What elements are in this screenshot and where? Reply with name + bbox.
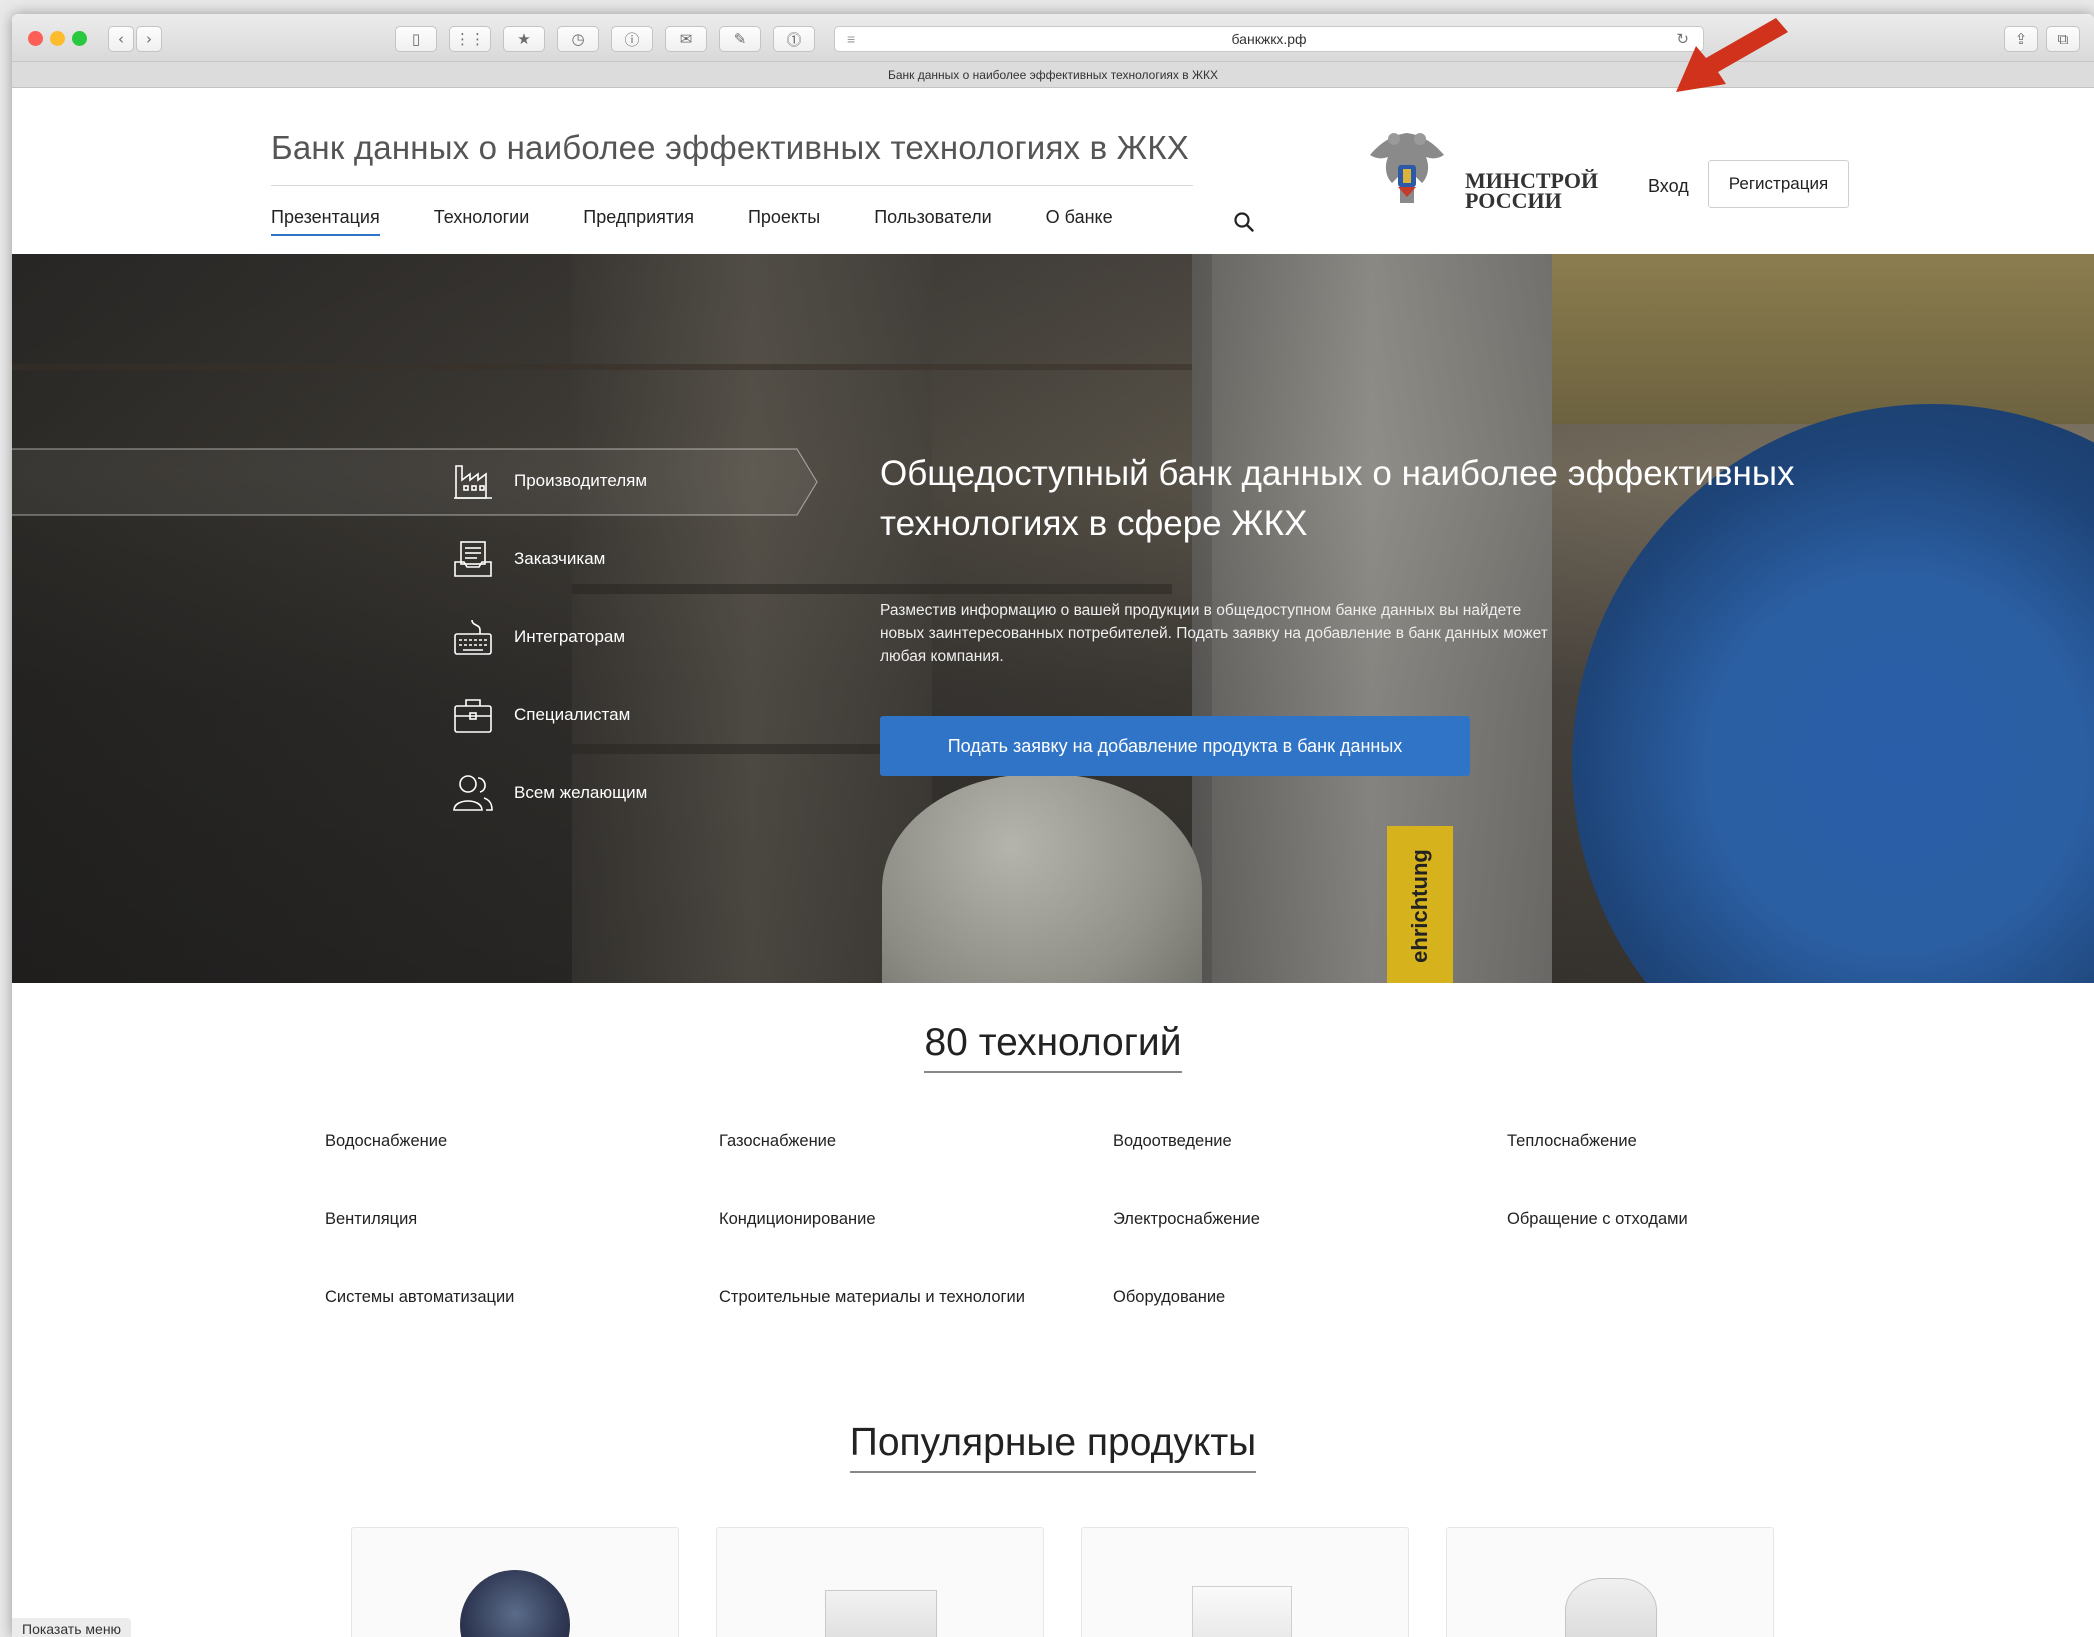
main-nav: Презентация Технологии Предприятия Проек…: [271, 207, 1167, 236]
title-divider: [271, 185, 1193, 186]
red-arrow-annotation-icon: [1676, 18, 1788, 92]
product-image: [1565, 1578, 1657, 1637]
audience-item-integrators[interactable]: Интеграторам: [452, 616, 625, 658]
technologies-heading[interactable]: 80 технологий: [924, 1021, 1182, 1073]
audience-label-customers: Заказчикам: [514, 549, 606, 568]
tech-waste-management[interactable]: Обращение с отходами: [1507, 1210, 1688, 1229]
tab-title[interactable]: Банк данных о наиболее эффективных техно…: [888, 68, 1218, 82]
briefcase-icon: [454, 699, 492, 733]
register-button[interactable]: Регистрация: [1708, 160, 1849, 208]
top-sites-icon[interactable]: ⋮⋮: [449, 26, 491, 52]
russia-emblem-icon: [1370, 133, 1444, 203]
mail-icon[interactable]: ✉: [665, 26, 707, 52]
back-icon[interactable]: ‹: [108, 26, 134, 52]
popular-heading-wrap: Популярные продукты: [12, 1421, 2094, 1473]
search-icon[interactable]: [1233, 211, 1255, 233]
password-manager-icon[interactable]: ⓵: [773, 26, 815, 52]
audience-label-specialists: Специалистам: [514, 705, 631, 724]
zoom-window-button[interactable]: [72, 31, 87, 46]
popular-heading[interactable]: Популярные продукты: [849, 1421, 1257, 1473]
technologies-heading-wrap: 80 технологий: [12, 1021, 2094, 1073]
close-window-button[interactable]: [28, 31, 43, 46]
tech-gas-supply[interactable]: Газоснабжение: [719, 1132, 836, 1151]
hero-section: ehrichtung Производителям Заказчикам Инт…: [12, 254, 2094, 983]
menu-active-outline: [12, 448, 818, 516]
keyboard-icon: [454, 619, 492, 655]
sidebar-icon[interactable]: ▯: [395, 26, 437, 52]
site-title[interactable]: Банк данных о наиболее эффективных техно…: [271, 129, 1189, 167]
users-icon: [453, 775, 493, 811]
yellow-label-text: ehrichtung: [1407, 849, 1432, 963]
tech-automation-systems[interactable]: Системы автоматизации: [325, 1288, 514, 1307]
tech-building-materials[interactable]: Строительные материалы и технологии: [719, 1288, 1025, 1307]
hero-description: Разместив информацию о вашей продукции в…: [880, 602, 1548, 665]
hero-bg-wood: [1552, 254, 2094, 424]
audience-label-integrators: Интеграторам: [514, 627, 626, 646]
product-card[interactable]: [351, 1527, 679, 1637]
bookmark-star-icon[interactable]: ★: [503, 26, 545, 52]
nav-item-projects[interactable]: Проекты: [748, 207, 820, 236]
hero-title: Общедоступный банк данных о наиболее эфф…: [880, 454, 1795, 543]
nav-item-about[interactable]: О банке: [1046, 207, 1113, 236]
audience-label-manufacturers: Производителям: [514, 471, 648, 490]
tech-power-supply[interactable]: Электроснабжение: [1113, 1210, 1260, 1229]
login-link[interactable]: Вход: [1648, 176, 1689, 197]
audience-item-manufacturers[interactable]: Производителям: [452, 460, 647, 502]
product-image: [460, 1570, 570, 1637]
nav-item-technologies[interactable]: Технологии: [434, 207, 530, 236]
document-tray-icon: [454, 541, 492, 577]
tech-equipment[interactable]: Оборудование: [1113, 1288, 1225, 1307]
audience-label-everyone: Всем желающим: [514, 783, 648, 802]
forward-icon[interactable]: ›: [136, 26, 162, 52]
submit-product-button[interactable]: Подать заявку на добавление продукта в б…: [880, 716, 1470, 776]
address-url: банкжкх.рф: [1231, 31, 1307, 47]
nav-item-enterprises[interactable]: Предприятия: [583, 207, 694, 236]
audience-item-everyone[interactable]: Всем желающим: [452, 772, 647, 814]
product-image: [825, 1590, 937, 1637]
tech-water-supply[interactable]: Водоснабжение: [325, 1132, 447, 1151]
info-icon[interactable]: ⓘ: [611, 26, 653, 52]
product-image: [1192, 1586, 1292, 1637]
browser-window: ‹ › ▯ ⋮⋮ ★ ◷ ⓘ ✉ ✎ ⓵ ≡ банкжкх.рф ↻ ⇪ ⧉ …: [12, 14, 2094, 1637]
product-card[interactable]: [1446, 1527, 1774, 1637]
tech-ventilation[interactable]: Вентиляция: [325, 1210, 417, 1229]
history-clock-icon[interactable]: ◷: [557, 26, 599, 52]
tech-drainage[interactable]: Водоотведение: [1113, 1132, 1232, 1151]
factory-icon: [454, 465, 492, 499]
reader-icon[interactable]: ≡: [847, 31, 855, 47]
ministry-logo-text[interactable]: МИНСТРОЙ РОССИИ: [1465, 170, 1598, 213]
nav-item-users[interactable]: Пользователи: [874, 207, 991, 236]
address-bar[interactable]: ≡ банкжкх.рф ↻: [834, 26, 1704, 52]
share-icon[interactable]: ⇪: [2004, 26, 2038, 52]
product-card[interactable]: [1081, 1527, 1409, 1637]
site-header: Банк данных о наиболее эффективных техно…: [12, 89, 2094, 254]
minimize-window-button[interactable]: [50, 31, 65, 46]
edit-signature-icon[interactable]: ✎: [719, 26, 761, 52]
tech-heat-supply[interactable]: Теплоснабжение: [1507, 1132, 1637, 1151]
audience-item-specialists[interactable]: Специалистам: [452, 694, 630, 736]
ministry-line-2: РОССИИ: [1465, 188, 1562, 213]
show-menu-button[interactable]: Показать меню: [12, 1618, 132, 1637]
product-card[interactable]: [716, 1527, 1044, 1637]
yellow-label: ehrichtung: [1387, 826, 1453, 983]
tech-air-conditioning[interactable]: Кондиционирование: [719, 1210, 876, 1229]
nav-item-presentation[interactable]: Презентация: [271, 207, 380, 236]
audience-item-customers[interactable]: Заказчикам: [452, 538, 605, 580]
tabs-overview-icon[interactable]: ⧉: [2046, 26, 2080, 52]
